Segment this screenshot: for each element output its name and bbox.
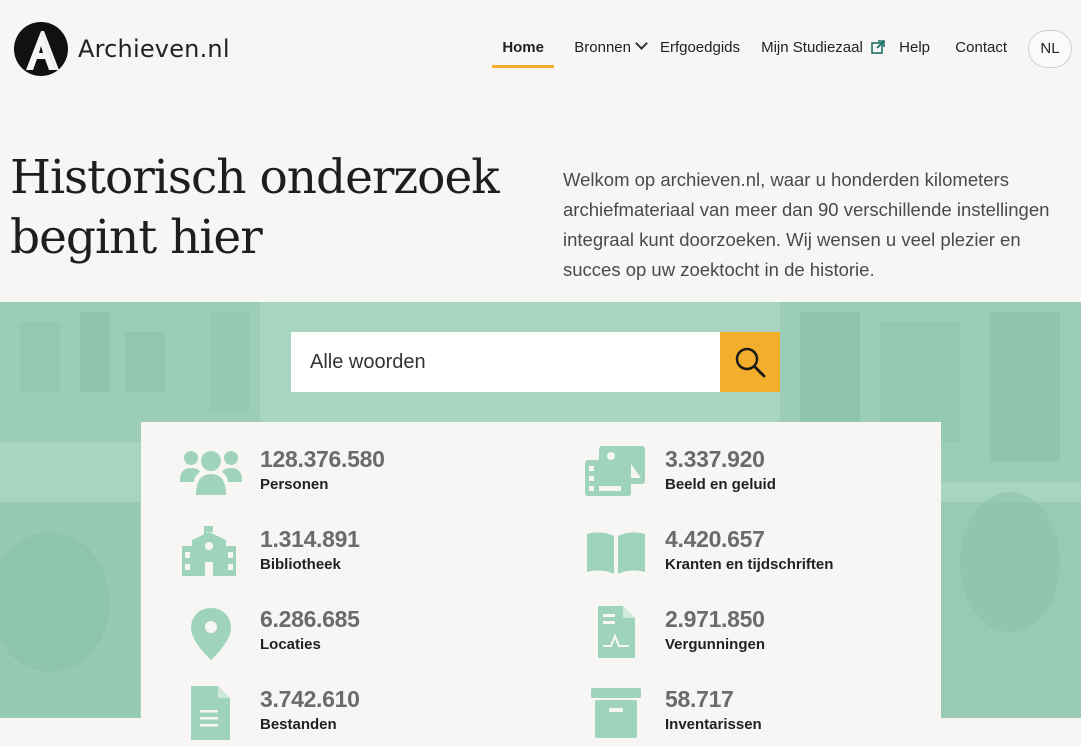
nav-help[interactable]: Help: [899, 30, 930, 66]
brand-name: Archieven.nl: [78, 35, 230, 63]
stat-kranten-en-tijdschriften[interactable]: 4.420.657 Kranten en tijdschriften: [585, 526, 945, 596]
language-switch-button[interactable]: NL: [1028, 30, 1072, 68]
stat-bestanden[interactable]: 3.742.610 Bestanden: [180, 686, 540, 746]
people-icon: [180, 451, 242, 495]
stat-label: Personen: [260, 476, 329, 493]
stat-label: Vergunningen: [665, 636, 766, 653]
search-icon: [735, 347, 766, 378]
nav-home[interactable]: Home: [492, 30, 554, 68]
stat-label: Bestanden: [260, 716, 337, 733]
stat-inventarissen[interactable]: 58.717 Inventarissen: [585, 686, 945, 746]
archieven-logo-icon: [14, 22, 68, 76]
search-button[interactable]: [720, 332, 780, 392]
stat-label: Inventarissen: [665, 716, 762, 733]
site-header: Archieven.nl Home Bronnen Erfgoedgids Mi…: [0, 0, 1081, 96]
search-input[interactable]: [291, 332, 720, 392]
stat-count: 4.420.657: [665, 526, 765, 552]
intro-text: Welkom op archieven.nl, waar u honderden…: [563, 169, 1050, 280]
stat-count: 128.376.580: [260, 446, 385, 472]
page-title: Historisch onderzoek begint hier: [10, 150, 500, 265]
search-bar: [291, 332, 780, 392]
stat-beeld-en-geluid[interactable]: 3.337.920 Beeld en geluid: [585, 446, 945, 516]
archive-box-icon: [591, 688, 641, 738]
media-icon: [585, 446, 645, 496]
map-pin-icon: [191, 608, 231, 660]
stat-count: 3.337.920: [665, 446, 765, 472]
nav-bronnen-label: Bronnen: [574, 39, 631, 56]
nav-erfgoedgids[interactable]: Erfgoedgids: [660, 30, 740, 66]
collection-stats: 128.376.580 Personen 3.337.920 Beeld en …: [141, 422, 941, 746]
nav-mijn-studiezaal[interactable]: Mijn Studiezaal: [761, 30, 885, 66]
stat-label: Locaties: [260, 636, 321, 653]
stat-count: 1.314.891: [260, 526, 360, 552]
external-link-icon: [871, 40, 885, 54]
stat-personen[interactable]: 128.376.580 Personen: [180, 446, 540, 516]
nav-contact[interactable]: Contact: [955, 30, 1007, 66]
stat-vergunningen[interactable]: 2.971.850 Vergunningen: [585, 606, 945, 676]
file-icon: [191, 686, 230, 740]
nav-bronnen[interactable]: Bronnen: [574, 30, 648, 66]
stat-bibliotheek[interactable]: 1.314.891 Bibliotheek: [180, 526, 540, 596]
stat-label: Kranten en tijdschriften: [665, 556, 834, 573]
site-logo[interactable]: Archieven.nl: [14, 22, 230, 76]
stat-label: Bibliotheek: [260, 556, 341, 573]
stat-label: Beeld en geluid: [665, 476, 776, 493]
library-building-icon: [182, 526, 236, 576]
chevron-down-icon: [635, 37, 648, 50]
stat-count: 58.717: [665, 686, 734, 712]
stat-count: 2.971.850: [665, 606, 765, 632]
stat-count: 6.286.685: [260, 606, 360, 632]
open-book-icon: [587, 532, 645, 574]
stat-locaties[interactable]: 6.286.685 Locaties: [180, 606, 540, 676]
stat-count: 3.742.610: [260, 686, 360, 712]
permit-document-icon: [598, 606, 635, 658]
nav-studiezaal-label: Mijn Studiezaal: [761, 39, 863, 56]
